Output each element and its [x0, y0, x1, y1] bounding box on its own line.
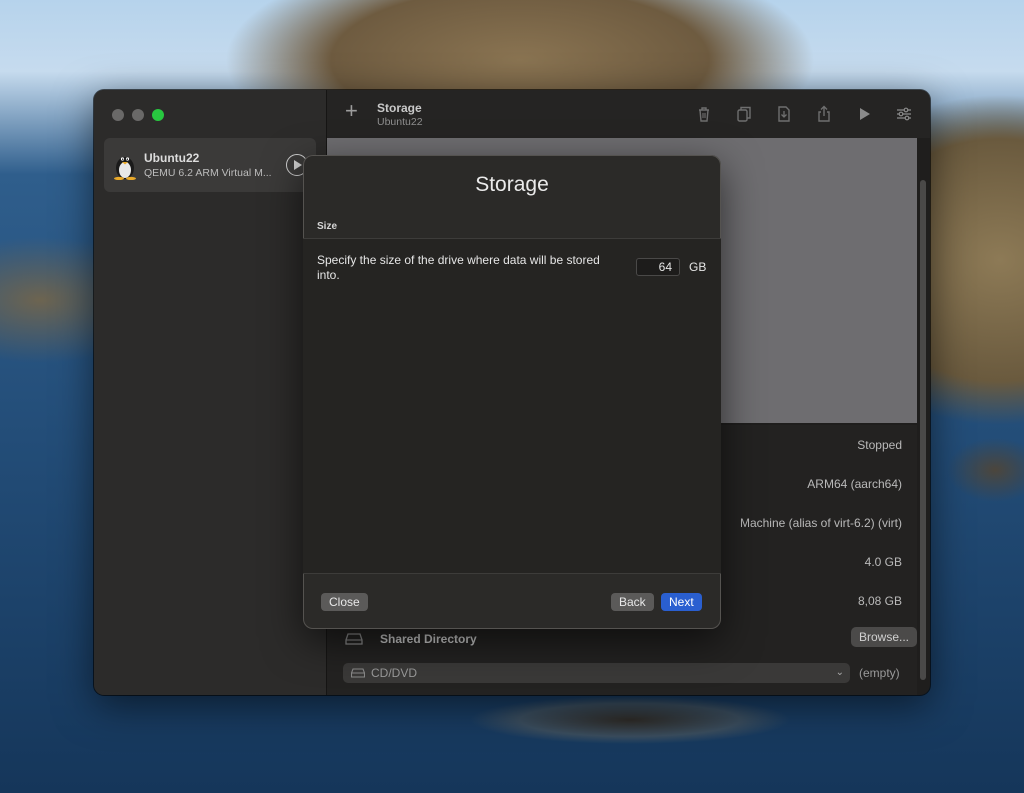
- vm-subtitle: QEMU 6.2 ARM Virtual M...: [144, 167, 272, 179]
- browse-button[interactable]: Browse...: [850, 627, 917, 647]
- dialog-title: Storage: [475, 173, 549, 196]
- vm-name: Ubuntu22: [144, 151, 200, 165]
- cd-dvd-status: (empty): [859, 666, 900, 680]
- tux-icon: [114, 157, 136, 180]
- settings-sliders-icon[interactable]: [894, 104, 914, 124]
- next-button[interactable]: Next: [661, 593, 702, 611]
- download-icon[interactable]: [774, 104, 794, 124]
- storage-dialog: Storage Size Specify the size of the dri…: [303, 155, 721, 629]
- window-controls: [112, 109, 164, 121]
- memory-value: 4.0 GB: [864, 555, 902, 569]
- close-button[interactable]: Close: [321, 593, 368, 611]
- cd-dvd-label: CD/DVD: [371, 666, 418, 680]
- clone-icon[interactable]: [734, 104, 754, 124]
- toolbar-subtitle: Ubuntu22: [377, 116, 423, 128]
- status-value: Stopped: [857, 438, 902, 452]
- trash-icon[interactable]: [694, 104, 714, 124]
- cd-dvd-select[interactable]: CD/DVD ⌄: [343, 663, 850, 683]
- machine-value: Machine (alias of virt-6.2) (virt): [739, 516, 902, 530]
- back-button[interactable]: Back: [611, 593, 654, 611]
- scrollbar[interactable]: [920, 180, 926, 680]
- share-icon[interactable]: [814, 104, 834, 124]
- size-description: Specify the size of the drive where data…: [317, 253, 600, 282]
- dialog-content: Specify the size of the drive where data…: [303, 239, 721, 573]
- size-unit: GB: [689, 260, 707, 274]
- toolbar-actions: [694, 104, 914, 124]
- minimize-window-button[interactable]: [132, 109, 144, 121]
- vm-list-item[interactable]: Ubuntu22 QEMU 6.2 ARM Virtual M...: [104, 138, 316, 192]
- maximize-window-button[interactable]: [152, 109, 164, 121]
- drive-icon: [345, 633, 363, 645]
- add-vm-button[interactable]: +: [345, 100, 358, 122]
- size-value: 8,08 GB: [857, 594, 902, 608]
- cd-drive-icon: [351, 668, 365, 678]
- architecture-value: ARM64 (aarch64): [807, 477, 902, 491]
- play-icon[interactable]: [854, 104, 874, 124]
- toolbar-title: Storage: [377, 101, 422, 115]
- section-header-size: Size: [317, 221, 338, 232]
- sidebar: Ubuntu22 QEMU 6.2 ARM Virtual M...: [94, 90, 327, 695]
- divider: [303, 573, 721, 574]
- shared-directory-label: Shared Directory: [380, 632, 477, 646]
- chevron-down-icon: ⌄: [835, 667, 844, 678]
- toolbar: + Storage Ubuntu22: [327, 90, 930, 138]
- shared-directory-row: Shared Directory Browse...: [345, 627, 917, 650]
- close-window-button[interactable]: [112, 109, 124, 121]
- wallpaper-rocks: [420, 690, 840, 750]
- size-input[interactable]: 64: [636, 258, 680, 276]
